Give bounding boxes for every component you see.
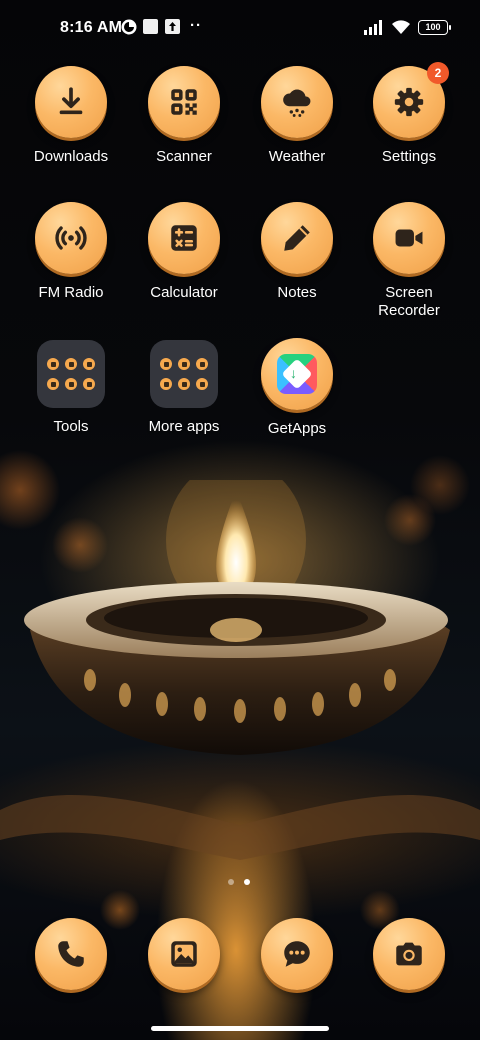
download-icon [35, 66, 107, 138]
home-gesture-bar[interactable] [151, 1026, 329, 1031]
folder-icon [37, 340, 105, 408]
app-settings[interactable]: 2 Settings [354, 62, 464, 166]
wifi-icon [392, 20, 410, 34]
getapps-logo: ↓ [277, 354, 317, 394]
app-label: Downloads [33, 148, 109, 165]
mini-app-icon [196, 378, 208, 390]
app-label: Settings [381, 148, 437, 165]
page-indicator [228, 879, 250, 885]
gallery-icon [148, 918, 220, 990]
mini-app-icon [65, 378, 77, 390]
battery-indicator: 100 [418, 20, 451, 35]
app-label: GetApps [267, 420, 327, 437]
folder-more-apps[interactable]: More apps [129, 340, 239, 436]
camera-icon [373, 918, 445, 990]
app-weather[interactable]: Weather [242, 66, 352, 166]
qr-scanner-icon [148, 66, 220, 138]
app-calculator[interactable]: Calculator [129, 202, 239, 302]
video-camera-icon [373, 202, 445, 274]
pencil-icon [261, 202, 333, 274]
signal-icon [364, 20, 382, 35]
app-notes[interactable]: Notes [242, 202, 352, 302]
app-label: Tools [53, 418, 89, 435]
getapps-store-icon: ↓ [261, 338, 333, 410]
mini-app-icon [178, 378, 190, 390]
mini-app-icon [160, 378, 172, 390]
phone-icon [35, 918, 107, 990]
mini-app-icon [47, 358, 59, 370]
mini-app-icon [83, 358, 95, 370]
gear-icon: 2 [373, 62, 449, 138]
wallpaper-diya-lamp [0, 480, 480, 860]
app-label: Weather [268, 148, 326, 165]
dock-gallery[interactable] [148, 918, 220, 990]
app-label: More apps [148, 418, 220, 435]
upload-notification-icon [165, 19, 180, 34]
app-label: Calculator [150, 284, 218, 301]
clock: 8:16 AM [60, 19, 123, 36]
app-scanner[interactable]: Scanner [129, 66, 239, 166]
notification-square-icon [143, 19, 158, 34]
mini-app-icon [47, 378, 59, 390]
app-label: Notes [277, 284, 317, 301]
status-bar: 8:16 AM ·· 100 [0, 0, 480, 56]
page-dot[interactable] [228, 879, 234, 885]
app-label: Scanner [156, 148, 212, 165]
folder-icon [150, 340, 218, 408]
app-getapps[interactable]: ↓ GetApps [242, 338, 352, 438]
app-label: FM Radio [38, 284, 104, 301]
calculator-icon [148, 202, 220, 274]
mini-app-icon [160, 358, 172, 370]
mini-app-icon [65, 358, 77, 370]
dock-camera[interactable] [373, 918, 445, 990]
folder-tools[interactable]: Tools [16, 340, 126, 436]
notification-badge: 2 [427, 62, 449, 84]
app-fm-radio[interactable]: FM Radio [16, 202, 126, 302]
radio-broadcast-icon [35, 202, 107, 274]
page-dot-active[interactable] [244, 879, 250, 885]
mini-app-icon [83, 378, 95, 390]
app-notification-icon [121, 19, 137, 35]
app-screen-recorder[interactable]: Screen Recorder [354, 202, 464, 320]
dock-phone[interactable] [35, 918, 107, 990]
mini-app-icon [178, 358, 190, 370]
app-label: Screen Recorder [378, 284, 440, 319]
dock-messages[interactable] [261, 918, 333, 990]
chat-bubble-icon [261, 918, 333, 990]
more-notifications-indicator: ·· [190, 17, 202, 34]
app-downloads[interactable]: Downloads [16, 66, 126, 166]
mini-app-icon [196, 358, 208, 370]
rain-cloud-icon [261, 66, 333, 138]
